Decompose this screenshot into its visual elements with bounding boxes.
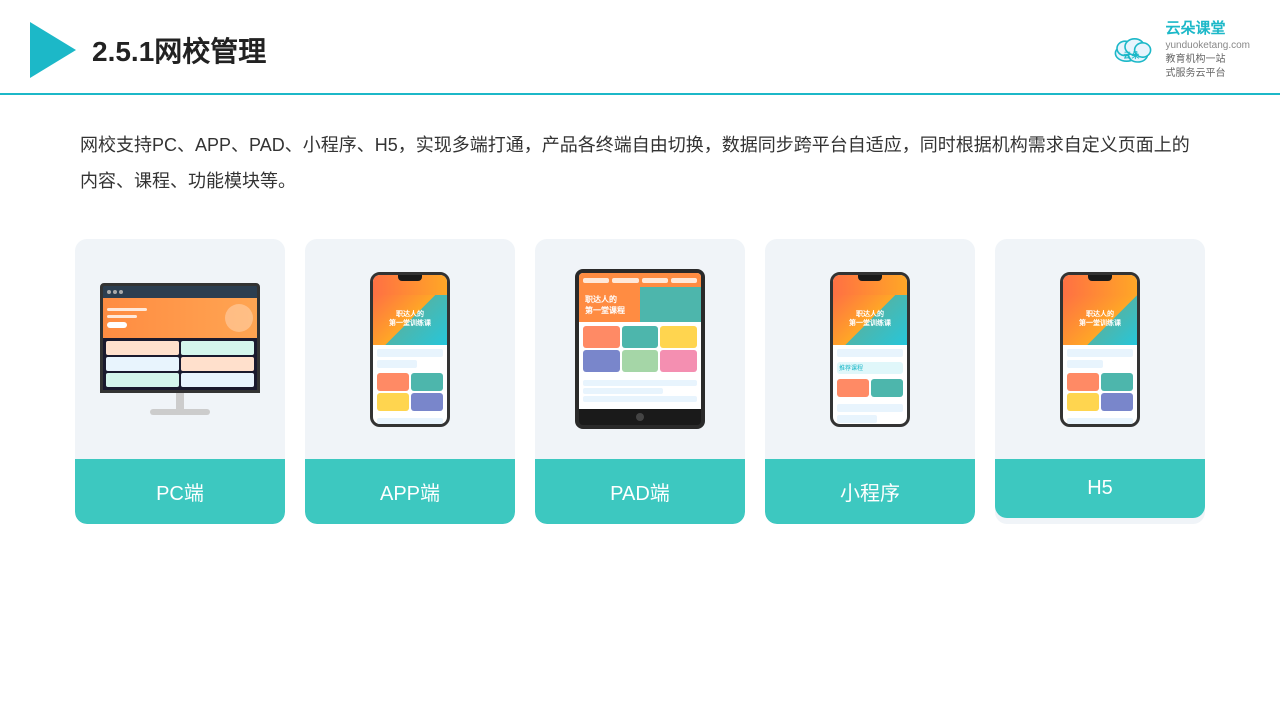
- phone-body-h5: 职达人的第一堂训练课: [1060, 272, 1140, 427]
- svg-text:云朵: 云朵: [1124, 50, 1140, 60]
- brand-name: 云朵课堂: [1165, 18, 1250, 39]
- brand-tagline: 教育机构一站 式服务云平台: [1165, 53, 1250, 81]
- card-pad-label: PAD端: [535, 459, 745, 524]
- card-pc: PC端: [75, 239, 285, 524]
- brand-url: yunduoketang.com: [1165, 39, 1250, 53]
- header: 2.5.1网校管理 云朵 云朵课堂 yunduoketang.com 教育机构一…: [0, 0, 1280, 95]
- phone-body-mini: 职达人的第一堂训练课 推荐课程: [830, 272, 910, 427]
- monitor-screen: [100, 283, 260, 393]
- cards-section: PC端 职达人的第一堂训练课: [0, 219, 1280, 544]
- card-pad-image: 职达人的第一堂课程: [535, 239, 745, 459]
- brand-logo: 云朵 云朵课堂 yunduoketang.com 教育机构一站 式服务云平台: [1109, 18, 1250, 81]
- card-pc-label: PC端: [75, 459, 285, 524]
- card-app: 职达人的第一堂训练课: [305, 239, 515, 524]
- brand-text: 云朵课堂 yunduoketang.com 教育机构一站 式服务云平台: [1165, 18, 1250, 81]
- card-miniprogram-image: 职达人的第一堂训练课 推荐课程: [765, 239, 975, 459]
- card-miniprogram-label: 小程序: [765, 459, 975, 524]
- monitor-mockup: [100, 283, 260, 415]
- tablet-body: 职达人的第一堂课程: [575, 269, 705, 429]
- phone-mockup-h5: 职达人的第一堂训练课: [1060, 272, 1140, 427]
- card-h5-image: 职达人的第一堂训练课: [995, 239, 1205, 459]
- header-left: 2.5.1网校管理: [30, 22, 266, 78]
- card-app-label: APP端: [305, 459, 515, 524]
- description-paragraph: 网校支持PC、APP、PAD、小程序、H5，实现多端打通，产品各终端自由切换，数…: [80, 127, 1200, 199]
- phone-body-app: 职达人的第一堂训练课: [370, 272, 450, 427]
- phone-mockup-app: 职达人的第一堂训练课: [370, 272, 450, 427]
- phone-mockup-mini: 职达人的第一堂训练课 推荐课程: [830, 272, 910, 427]
- card-app-image: 职达人的第一堂训练课: [305, 239, 515, 459]
- cloud-logo-icon: 云朵: [1109, 32, 1157, 68]
- page-title: 2.5.1网校管理: [92, 30, 266, 70]
- description-text: 网校支持PC、APP、PAD、小程序、H5，实现多端打通，产品各终端自由切换，数…: [0, 95, 1280, 219]
- card-miniprogram: 职达人的第一堂训练课 推荐课程: [765, 239, 975, 524]
- card-pad: 职达人的第一堂课程: [535, 239, 745, 524]
- logo-triangle-icon: [30, 22, 76, 78]
- card-pc-image: [75, 239, 285, 459]
- tablet-mockup: 职达人的第一堂课程: [575, 269, 705, 429]
- card-h5: 职达人的第一堂训练课: [995, 239, 1205, 524]
- card-h5-label: H5: [995, 459, 1205, 518]
